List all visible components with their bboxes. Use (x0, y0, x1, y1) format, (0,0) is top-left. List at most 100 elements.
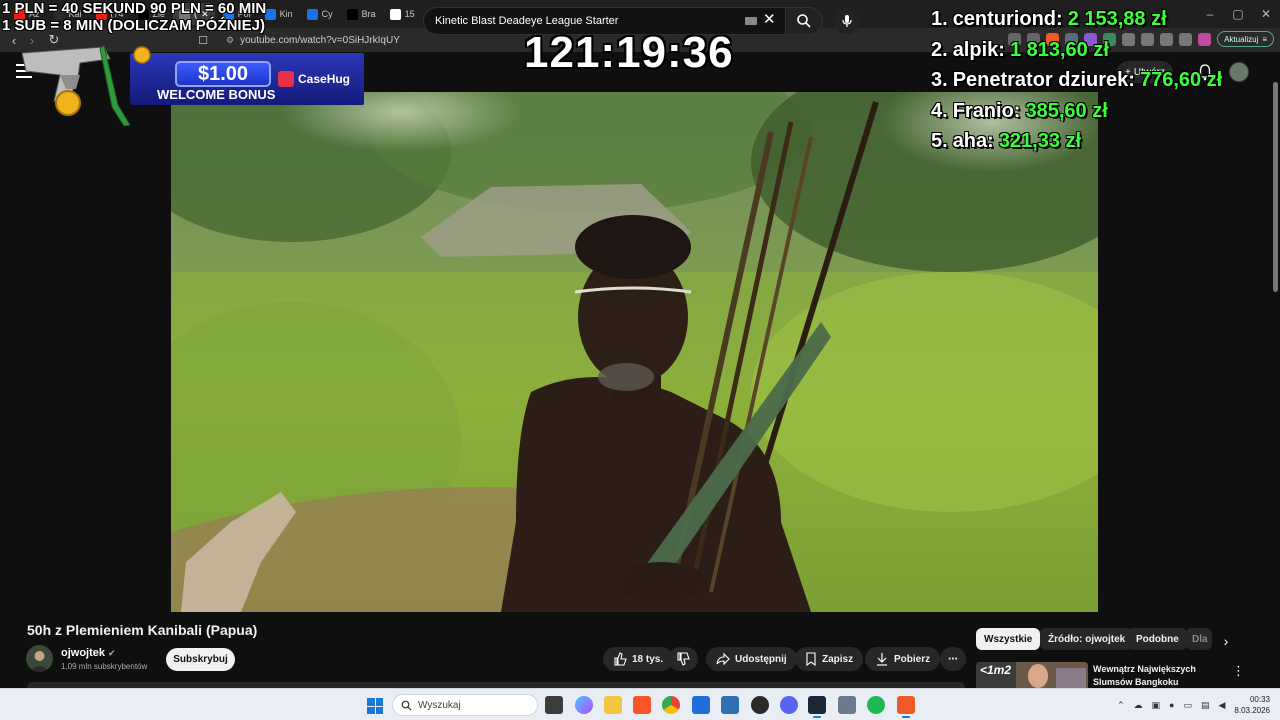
task-view-icon[interactable] (545, 696, 563, 714)
more-horizontal-icon: ⋯ (948, 653, 958, 665)
taskbar-search-placeholder: Wyszukaj (418, 699, 461, 711)
browser-tab[interactable]: Cy (301, 3, 339, 25)
chip-related[interactable]: Podobne (1128, 628, 1187, 650)
clock[interactable]: 00:33 8.03.2026 (1234, 694, 1270, 716)
share-label: Udostępnij (735, 653, 787, 665)
share-arrow-icon (716, 652, 730, 666)
donation-leaderboard: 1. centuriond: 2 153,88 zł 2. alpik: 1 813,60… (931, 8, 1222, 161)
browser-tab-label: 15 (404, 9, 415, 19)
leaderboard-rank: 5. (931, 130, 948, 152)
leaderboard-amount: 385,60 zł (1025, 99, 1108, 122)
browser-tab[interactable]: 15 (384, 3, 421, 25)
steam-icon[interactable] (808, 696, 826, 714)
clear-search-icon[interactable]: ✕ (763, 12, 777, 28)
chip-all[interactable]: Wszystkie (976, 628, 1041, 650)
mic-icon[interactable]: ● (1169, 700, 1174, 710)
update-button[interactable]: Aktualizuj ≡ (1217, 31, 1274, 47)
windows-taskbar: Wyszukaj ⌃ ☁ ▣ ● ▭ ▤ ◀ 00:33 8.03.2026 (0, 688, 1280, 720)
active-indicator (902, 716, 910, 718)
leaderboard-rank: 4. (931, 99, 948, 122)
chevron-right-icon[interactable]: › (1218, 633, 1234, 649)
subscribe-button[interactable]: Subskrybuj (166, 648, 235, 671)
display-icon[interactable]: ▭ (1183, 700, 1192, 711)
leaderboard-rank: 1. (931, 8, 948, 30)
recommended-video-title[interactable]: Wewnątrz Największych Slumsów Bangkoku (1093, 663, 1211, 689)
account-avatar[interactable] (1229, 62, 1249, 82)
brave-browser-icon[interactable] (633, 696, 651, 714)
close-window-icon[interactable]: ✕ (1252, 0, 1280, 28)
app-icon[interactable] (751, 696, 769, 714)
voice-search-button[interactable] (834, 8, 860, 34)
leaderboard-amount: 2 153,88 zł (1067, 8, 1167, 30)
thumbs-down-icon (677, 652, 690, 666)
globe-icon (306, 8, 318, 20)
page-scrollbar[interactable] (1271, 52, 1280, 688)
video-player[interactable] (171, 92, 1098, 612)
cloud-icon[interactable]: ☁ (1134, 700, 1143, 711)
calculator-icon[interactable] (838, 696, 856, 714)
more-actions-button[interactable]: ⋯ (940, 647, 966, 671)
promo-brand-name: CaseHug (298, 72, 351, 86)
search-icon (797, 14, 811, 28)
brave-icon[interactable] (897, 696, 915, 714)
browser-tab-label: Cy (321, 9, 333, 19)
channel-avatar[interactable] (26, 645, 53, 672)
save-label: Zapisz (822, 653, 854, 665)
maximize-icon[interactable]: ▢ (1224, 0, 1252, 28)
windows-start-icon[interactable] (367, 698, 383, 714)
like-button[interactable]: 18 tys. (603, 647, 674, 671)
chrome-icon[interactable] (662, 696, 680, 714)
volume-icon[interactable]: ◀ (1218, 700, 1225, 711)
recommended-video-thumbnail[interactable]: <1m2 (976, 662, 1088, 690)
search-button[interactable] (785, 7, 823, 35)
globe-icon (264, 8, 276, 20)
more-vertical-icon[interactable]: ⋮ (1232, 664, 1245, 678)
donation-rate-overlay: 1 PLN = 40 SEKUND 90 PLN = 60 MIN 1 SUB … (2, 0, 266, 34)
search-query: Kinetic Blast Deadeye League Starter (435, 15, 619, 27)
update-button-label: Aktualizuj (1224, 34, 1259, 44)
folder-icon[interactable]: ▣ (1152, 700, 1161, 711)
copilot-icon[interactable] (575, 696, 593, 714)
promo-text: WELCOME BONUS (157, 87, 276, 102)
google-icon (389, 8, 401, 20)
rate-line-1: 1 PLN = 40 SEKUND 90 PLN = 60 MIN (2, 0, 267, 17)
save-button[interactable]: Zapisz (795, 647, 864, 671)
thumbs-up-icon (614, 652, 627, 666)
taskbar-search-input[interactable]: Wyszukaj (392, 694, 538, 716)
active-indicator (813, 716, 821, 718)
network-icon[interactable]: ▤ (1201, 700, 1210, 711)
keyboard-icon[interactable] (745, 17, 757, 25)
leaderboard-rank: 3. (931, 69, 948, 91)
notepad-icon[interactable] (721, 696, 739, 714)
video-frame (171, 92, 1098, 612)
chip-for-you[interactable]: Dla (1186, 628, 1212, 650)
spotify-icon[interactable] (867, 696, 885, 714)
store-icon[interactable] (692, 696, 710, 714)
chevron-up-icon[interactable]: ⌃ (1117, 700, 1125, 711)
leaderboard-rank: 2. (931, 38, 948, 61)
chip-source[interactable]: Źródło: ojwojtek (1040, 628, 1134, 650)
gun-and-knife-icon (21, 45, 151, 126)
video-title: 50h z Plemieniem Kanibali (Papua) (27, 622, 258, 638)
scrollbar-thumb[interactable] (1273, 82, 1278, 292)
dislike-button[interactable] (668, 647, 698, 671)
leaderboard-entry: 2. alpik: 1 813,60 zł (931, 39, 1222, 70)
clock-time: 00:33 (1249, 695, 1270, 704)
download-label: Pobierz (894, 653, 931, 665)
download-icon (877, 653, 887, 666)
discord-icon[interactable] (780, 696, 798, 714)
browser-tab[interactable]: Bra (341, 3, 382, 25)
leaderboard-entry: 5. aha: 321,33 zł (931, 130, 1222, 161)
promo-brand: CaseHug (278, 71, 350, 87)
file-explorer-icon[interactable] (604, 696, 622, 714)
share-button[interactable]: Udostępnij (706, 647, 797, 671)
search-icon (401, 700, 412, 710)
browser-tab-label: Bra (361, 9, 376, 19)
leaderboard-entry: 1. centuriond: 2 153,88 zł (931, 8, 1222, 39)
channel-name[interactable]: ojwojtek ✔ (61, 647, 116, 659)
site-info-icon[interactable]: ⚙ (226, 35, 234, 46)
leaderboard-amount: 321,33 zł (998, 130, 1082, 152)
download-button[interactable]: Pobierz (865, 647, 941, 671)
casehug-logo-icon (278, 71, 294, 87)
leaderboard-entry: 3. Penetrator dziurek: 776,60 zł (931, 69, 1222, 100)
